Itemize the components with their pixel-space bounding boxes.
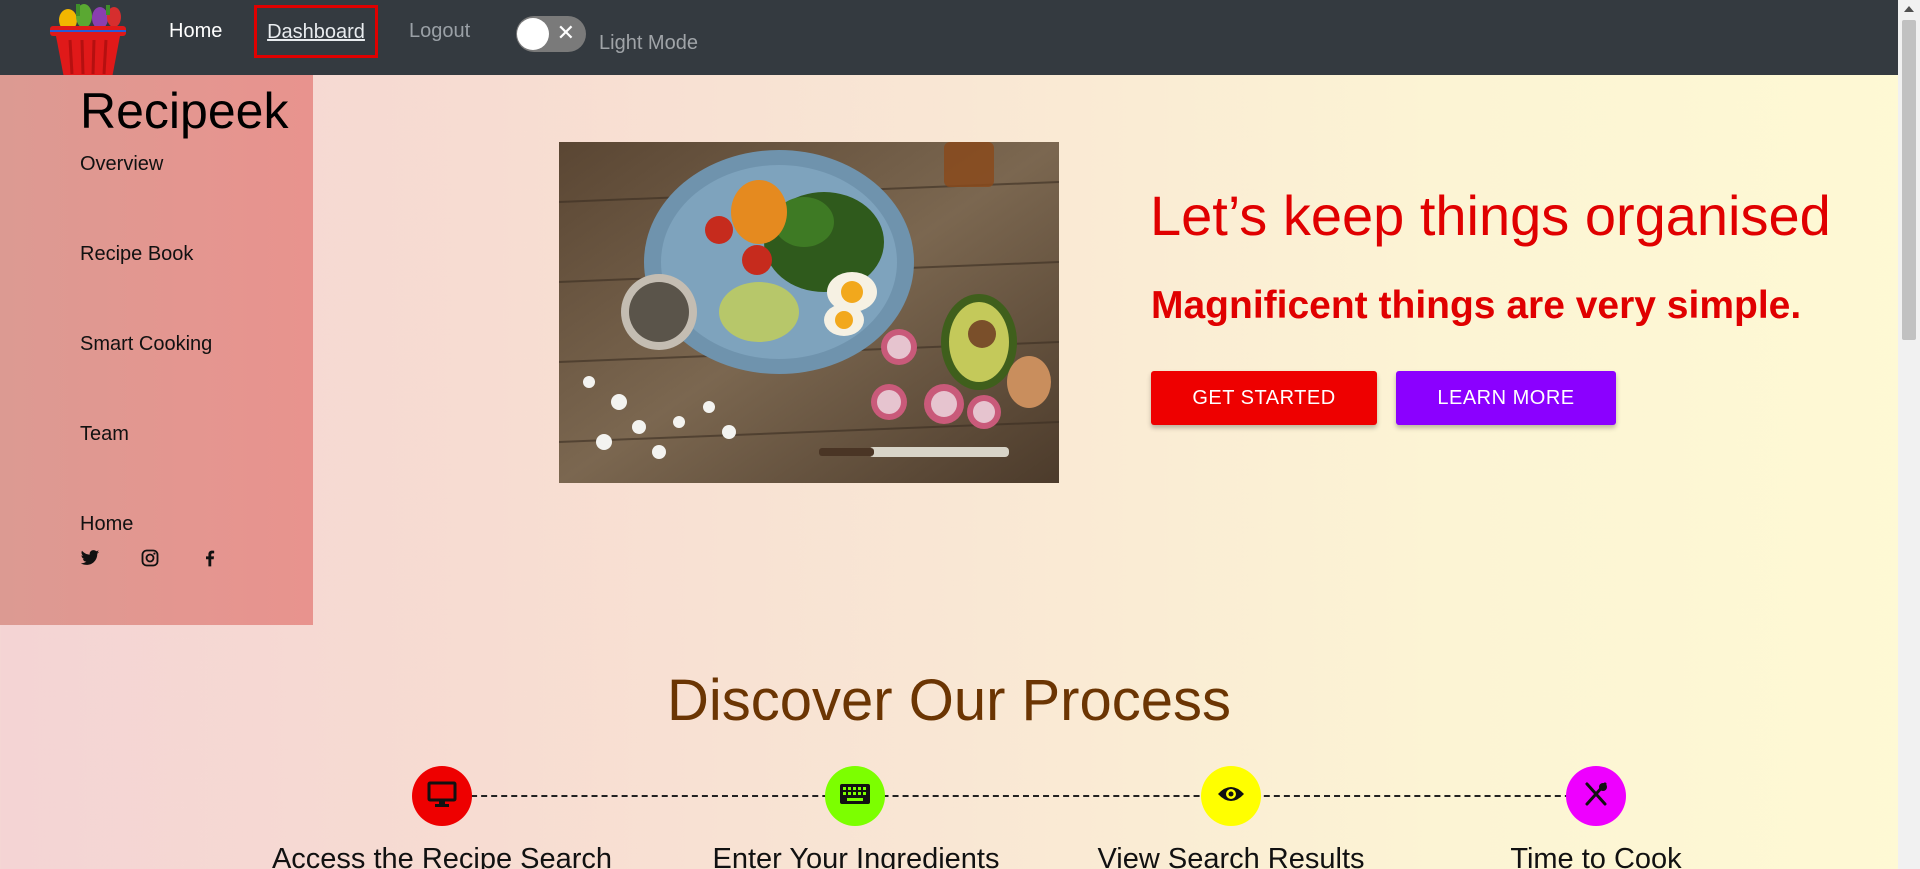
process-title: Discover Our Process [666, 668, 1232, 733]
desktop-icon [427, 781, 457, 812]
step-utensils-circle [1566, 766, 1626, 826]
hero-subtitle: Magnificent things are very simple. [1151, 284, 1802, 327]
nav-dashboard-link[interactable]: Dashboard [254, 5, 378, 58]
light-mode-label: Light Mode [599, 32, 698, 54]
sidebar-item-home[interactable]: Home [80, 513, 133, 536]
facebook-icon[interactable] [200, 548, 220, 568]
step-label-time-to-cook: Time to Cook [1510, 843, 1682, 869]
twitter-icon[interactable] [80, 548, 100, 568]
scroll-thumb[interactable] [1902, 20, 1916, 340]
sidebar-item-overview[interactable]: Overview [80, 153, 163, 176]
hero-food-image [559, 142, 1059, 483]
toggle-knob [517, 18, 549, 50]
sidebar-item-smart-cooking[interactable]: Smart Cooking [80, 333, 212, 356]
sidebar-item-recipe-book[interactable]: Recipe Book [80, 243, 193, 266]
hero-title: Let’s keep things organised [1150, 184, 1831, 247]
step-label-enter-ingredients: Enter Your Ingredients [712, 843, 1000, 869]
scroll-up-arrow-icon[interactable] [1904, 6, 1914, 12]
brand-title: Recipeek [80, 83, 289, 139]
vertical-scrollbar[interactable] [1898, 0, 1920, 869]
eye-icon [1217, 784, 1245, 809]
sidebar-item-team[interactable]: Team [80, 423, 129, 446]
step-eye-circle [1201, 766, 1261, 826]
get-started-button[interactable]: GET STARTED [1151, 371, 1377, 425]
nav-logout-link[interactable]: Logout [409, 19, 470, 43]
step-keyboard-circle [825, 766, 885, 826]
step-label-access-recipe-search: Access the Recipe Search [271, 843, 613, 869]
step-desktop-circle [412, 766, 472, 826]
learn-more-button[interactable]: LEARN MORE [1396, 371, 1616, 425]
basket-logo-icon[interactable] [46, 2, 130, 79]
instagram-icon[interactable] [140, 548, 160, 568]
close-icon: ✕ [556, 21, 575, 46]
nav-home-link[interactable]: Home [169, 19, 222, 43]
top-navbar: Home Dashboard Logout ✕ Light Mode [0, 0, 1898, 78]
light-mode-toggle[interactable]: ✕ [516, 16, 586, 52]
keyboard-icon [839, 783, 871, 810]
step-label-view-search-results: View Search Results [1097, 843, 1365, 869]
timeline-line [441, 795, 1621, 797]
utensils-icon [1583, 781, 1609, 812]
